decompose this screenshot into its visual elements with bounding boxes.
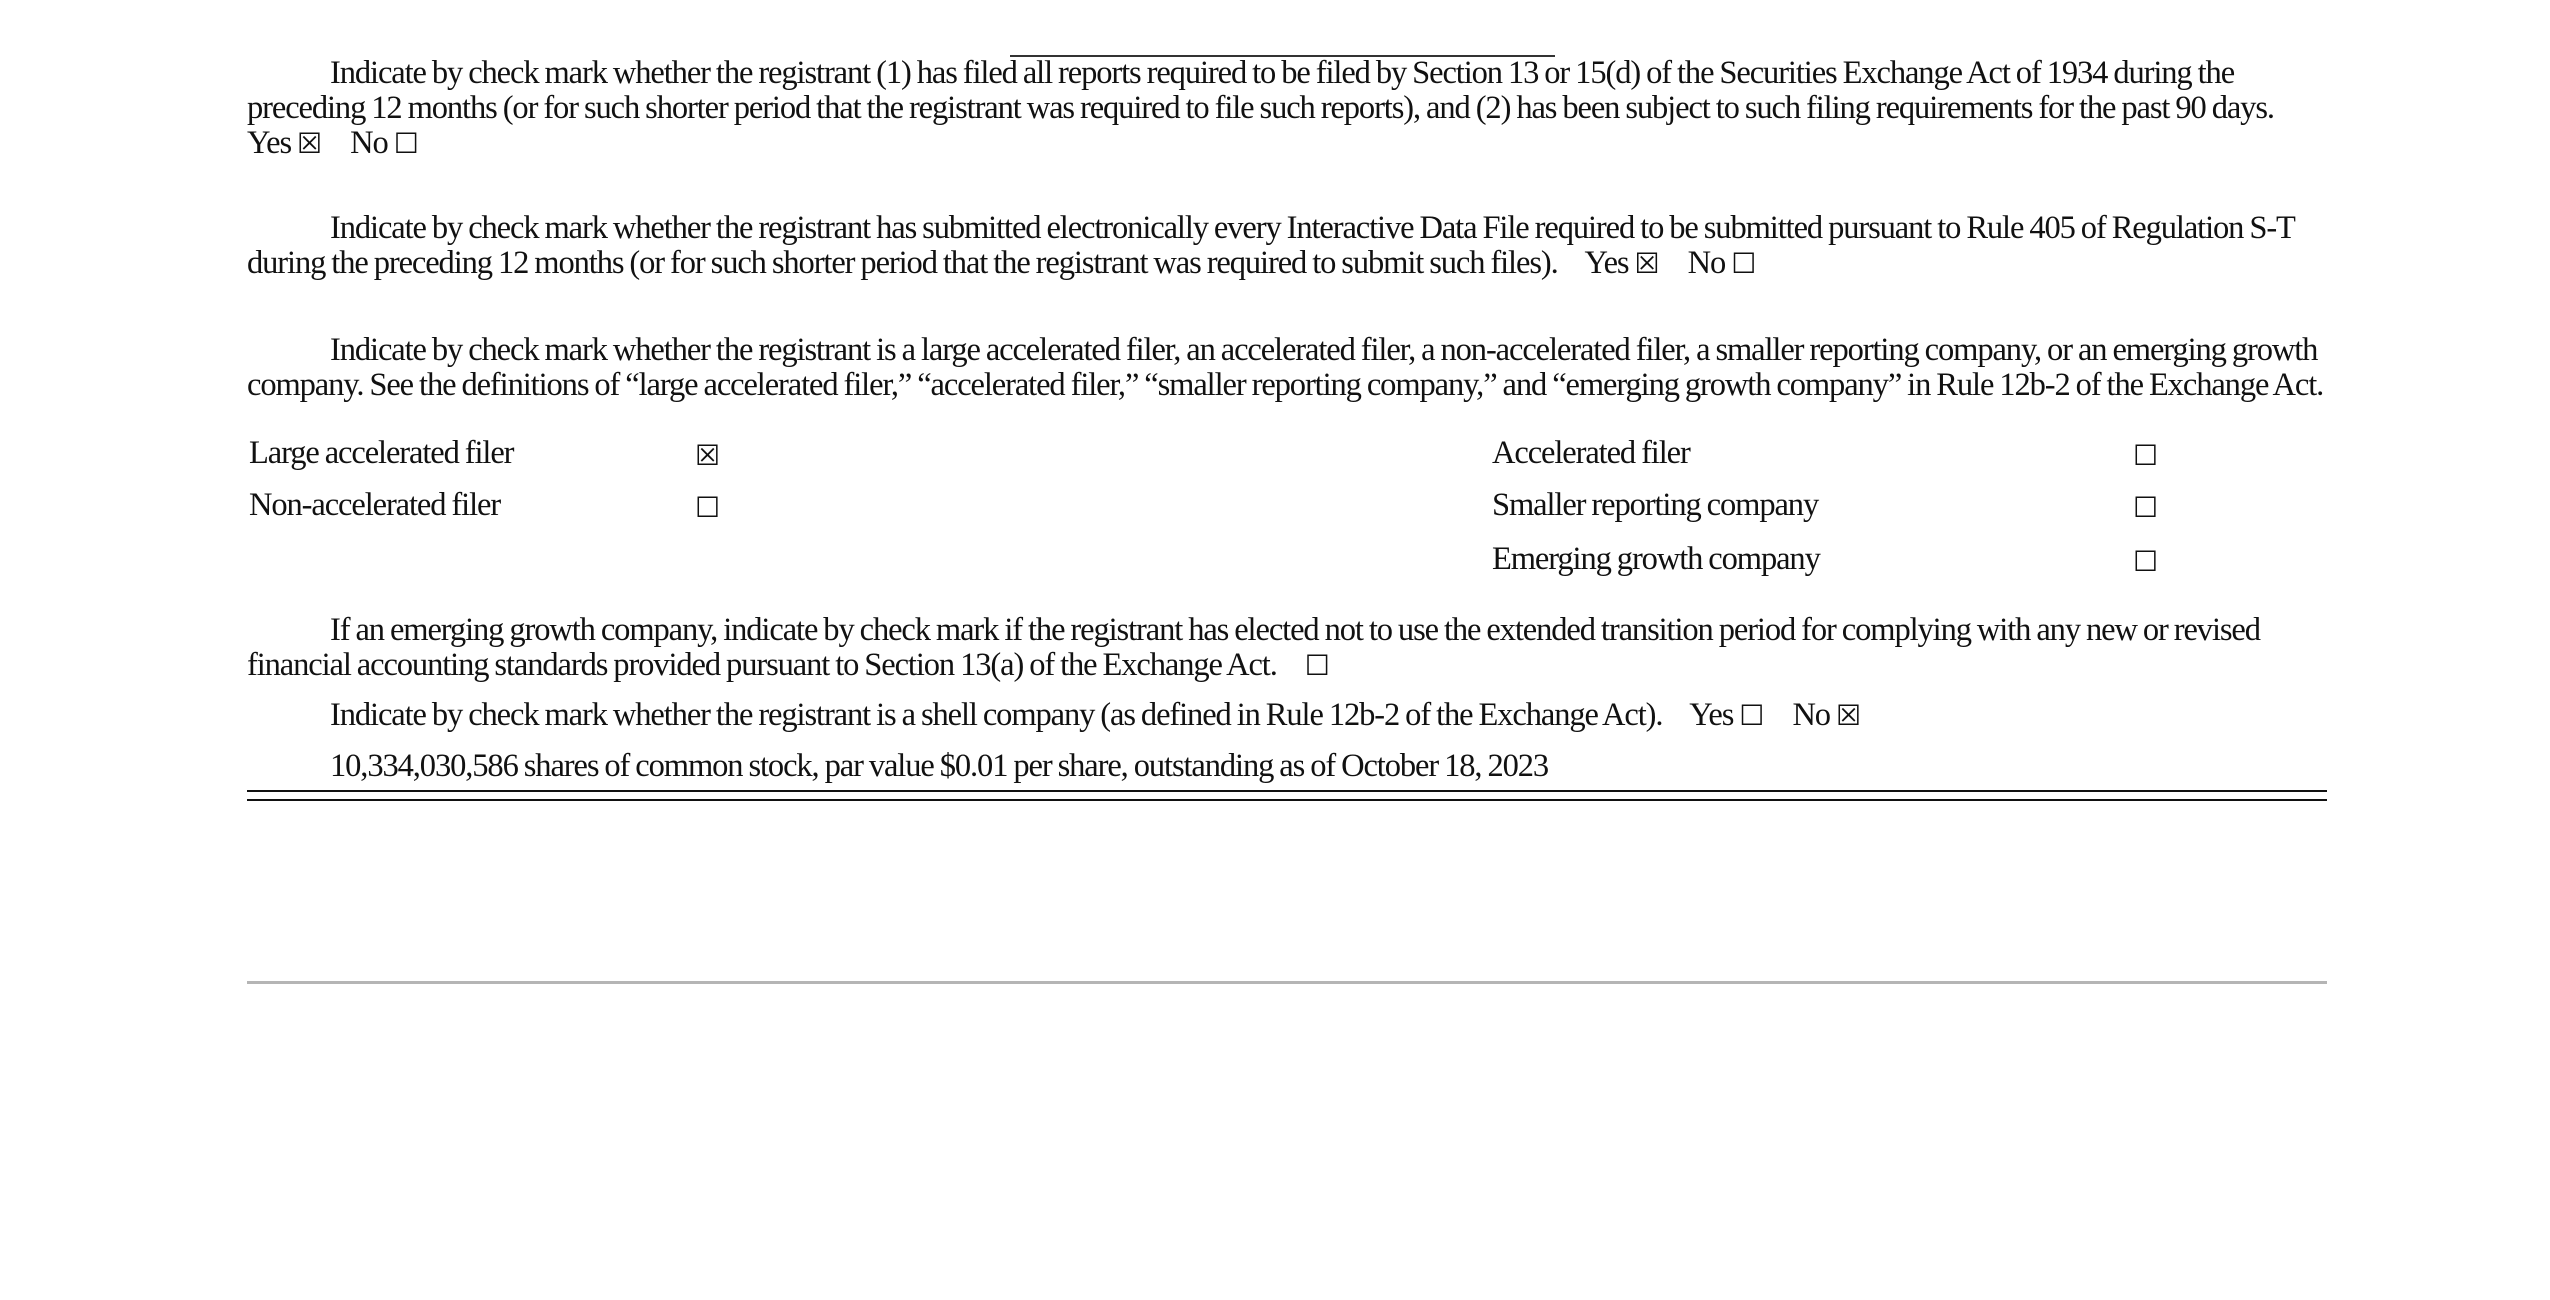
interactive-data-no-label: No [1687, 245, 1727, 281]
accelerated-filer-label: Accelerated filer [1492, 435, 1691, 471]
interactive-data-yes-checkbox[interactable]: ☒ [1634, 247, 1659, 280]
interactive-data-no-checkbox[interactable]: ☐ [1731, 247, 1756, 280]
smaller-reporting-company-label: Smaller reporting company [1492, 487, 1819, 523]
transition-period-text: If an emerging growth company, indicate … [247, 612, 2261, 683]
filer-row-2: Non-accelerated filer ☐ Smaller reportin… [249, 488, 2329, 528]
transition-period-checkbox[interactable]: ☐ [1305, 649, 1330, 682]
filer-category-grid: Large accelerated filer ☒ Accelerated fi… [249, 436, 2329, 606]
interactive-data-paragraph: Indicate by check mark whether the regis… [247, 211, 2327, 281]
shell-company-text: Indicate by check mark whether the regis… [330, 697, 1664, 733]
shell-yes-label: Yes [1689, 697, 1734, 733]
non-accelerated-filer-checkbox[interactable]: ☐ [695, 490, 720, 525]
shell-no-checkbox[interactable]: ☒ [1836, 699, 1861, 732]
reporting-yes-label: Yes [247, 125, 292, 161]
transition-period-paragraph: If an emerging growth company, indicate … [247, 613, 2327, 683]
reporting-no-checkbox[interactable]: ☐ [394, 127, 419, 160]
large-accelerated-filer-label: Large accelerated filer [249, 435, 514, 471]
filer-row-1: Large accelerated filer ☒ Accelerated fi… [249, 436, 2329, 476]
shell-yes-checkbox[interactable]: ☐ [1739, 699, 1764, 732]
interactive-data-text: Indicate by check mark whether the regis… [247, 210, 2295, 281]
reporting-yes-checkbox[interactable]: ☒ [297, 127, 322, 160]
shares-outstanding-text: 10,334,030,586 shares of common stock, p… [330, 748, 1549, 784]
emerging-growth-company-checkbox[interactable]: ☐ [2133, 544, 2158, 579]
reporting-compliance-paragraph: Indicate by check mark whether the regis… [247, 56, 2327, 161]
section-double-rule [247, 790, 2327, 801]
filer-row-3: Emerging growth company ☐ [249, 542, 2329, 582]
shell-company-paragraph: Indicate by check mark whether the regis… [247, 698, 2327, 733]
shares-outstanding-paragraph: 10,334,030,586 shares of common stock, p… [247, 749, 2327, 784]
non-accelerated-filer-label: Non-accelerated filer [249, 487, 501, 523]
filer-status-text: Indicate by check mark whether the regis… [247, 332, 2324, 403]
filer-status-paragraph: Indicate by check mark whether the regis… [247, 333, 2327, 403]
reporting-no-label: No [350, 125, 389, 161]
shell-no-label: No [1792, 697, 1831, 733]
smaller-reporting-company-checkbox[interactable]: ☐ [2133, 490, 2158, 525]
large-accelerated-filer-checkbox[interactable]: ☒ [695, 438, 720, 473]
interactive-data-yes-label: Yes [1584, 245, 1629, 281]
reporting-compliance-text: Indicate by check mark whether the regis… [247, 55, 2275, 126]
emerging-growth-company-label: Emerging growth company [1492, 541, 1821, 577]
document-page: Indicate by check mark whether the regis… [0, 0, 2550, 1300]
page-separator-rule [247, 981, 2327, 984]
accelerated-filer-checkbox[interactable]: ☐ [2133, 438, 2158, 473]
